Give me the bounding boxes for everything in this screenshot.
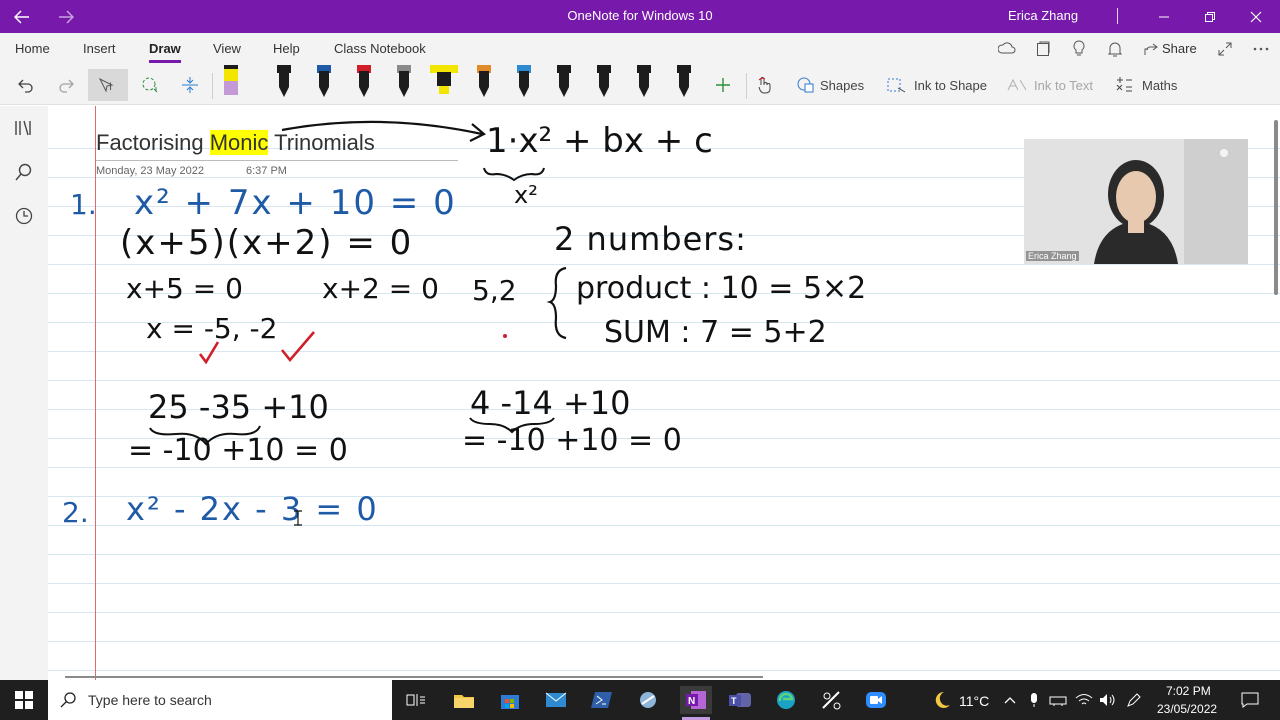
ink-check-a-line1: 25 -35 +10: [148, 388, 329, 426]
ink-q1-number: 1.: [70, 188, 97, 221]
ink-pair: 5,2: [472, 274, 517, 307]
ink-numbers-heading: 2 numbers:: [554, 220, 747, 258]
notifications-icon[interactable]: [1236, 686, 1264, 714]
ink-layer: 1·x² + bx + c x² 1. x² + 7x + 10 = 0 (x+…: [62, 120, 866, 529]
ink-check-b-line1: 4 -14 +10: [470, 384, 631, 422]
ink-brace-general: [483, 167, 545, 182]
temperature[interactable]: 11°C: [959, 693, 989, 709]
windows-start-icon[interactable]: [10, 686, 38, 714]
svg-text:T: T: [731, 696, 737, 706]
ink-general-form-note: x²: [514, 181, 538, 209]
mail-icon[interactable]: [542, 686, 570, 714]
clock-date[interactable]: 23/05/2022: [1157, 702, 1217, 716]
svg-text:N: N: [688, 696, 695, 707]
ink-check-b-line2: = -10 +10 = 0: [462, 423, 682, 458]
wifi-icon[interactable]: [1074, 686, 1094, 714]
teams-icon[interactable]: T: [726, 686, 754, 714]
chevron-up-icon[interactable]: [1000, 686, 1020, 714]
microphone-icon[interactable]: [1024, 686, 1044, 714]
ink-q1-root-a: x+5 = 0: [126, 272, 243, 305]
ink-general-form: 1·x² + bx + c: [486, 121, 713, 161]
ink-q1-factored: (x+5)(x+2) = 0: [120, 223, 413, 263]
ink-q1-solutions: x = -5, -2: [146, 312, 277, 345]
ink-sum-line: SUM : 7 = 5+2: [604, 315, 827, 350]
ink-product-line: product : 10 = 5×2: [576, 271, 866, 306]
presenter-image: [1024, 139, 1248, 264]
ink-check-a-line2: = -10 +10 = 0: [128, 433, 348, 468]
ink-q1-root-b: x+2 = 0: [322, 272, 439, 305]
ink-check-mark-1: [198, 341, 220, 365]
task-view-icon[interactable]: [402, 686, 430, 714]
taskbar-search-icon: [60, 692, 76, 708]
ink-q2-equation: x² - 2x - 3 = 0: [126, 490, 379, 528]
network-icon[interactable]: [1048, 686, 1068, 714]
horizontal-scrollbar[interactable]: [65, 676, 763, 678]
vertical-scrollbar[interactable]: [1274, 120, 1278, 295]
ink-q1-equation: x² + 7x + 10 = 0: [134, 183, 457, 223]
snipping-tool-icon[interactable]: [634, 686, 662, 714]
ink-red-dot: [503, 334, 507, 338]
taskbar-search-placeholder: Type here to search: [88, 692, 212, 708]
onenote-taskbar-icon[interactable]: N: [680, 686, 712, 714]
webcam-feed: [1024, 139, 1248, 264]
file-explorer-icon[interactable]: [450, 686, 478, 714]
volume-icon[interactable]: [1098, 686, 1118, 714]
webcam-name-label: Erica Zhang: [1026, 251, 1079, 261]
ink-arrow: [281, 120, 483, 136]
ink-q2-number: 2.: [62, 496, 89, 529]
night-weather-icon[interactable]: [926, 686, 954, 714]
zoom-icon[interactable]: [862, 686, 890, 714]
powershell-icon[interactable]: [588, 686, 616, 714]
windows-taskbar: Type here to search N T 11°C 7:02 PM 23/…: [0, 680, 1280, 720]
taskbar-search[interactable]: Type here to search: [48, 680, 392, 720]
snip-sketch-icon[interactable]: [818, 686, 846, 714]
pen-workspace-icon[interactable]: [1122, 686, 1146, 714]
edge-icon[interactable]: [772, 686, 800, 714]
ink-check-mark-2: [280, 331, 315, 363]
clock-time[interactable]: 7:02 PM: [1166, 684, 1211, 698]
ink-brace-numbers: [546, 266, 567, 340]
store-icon[interactable]: [496, 686, 524, 714]
